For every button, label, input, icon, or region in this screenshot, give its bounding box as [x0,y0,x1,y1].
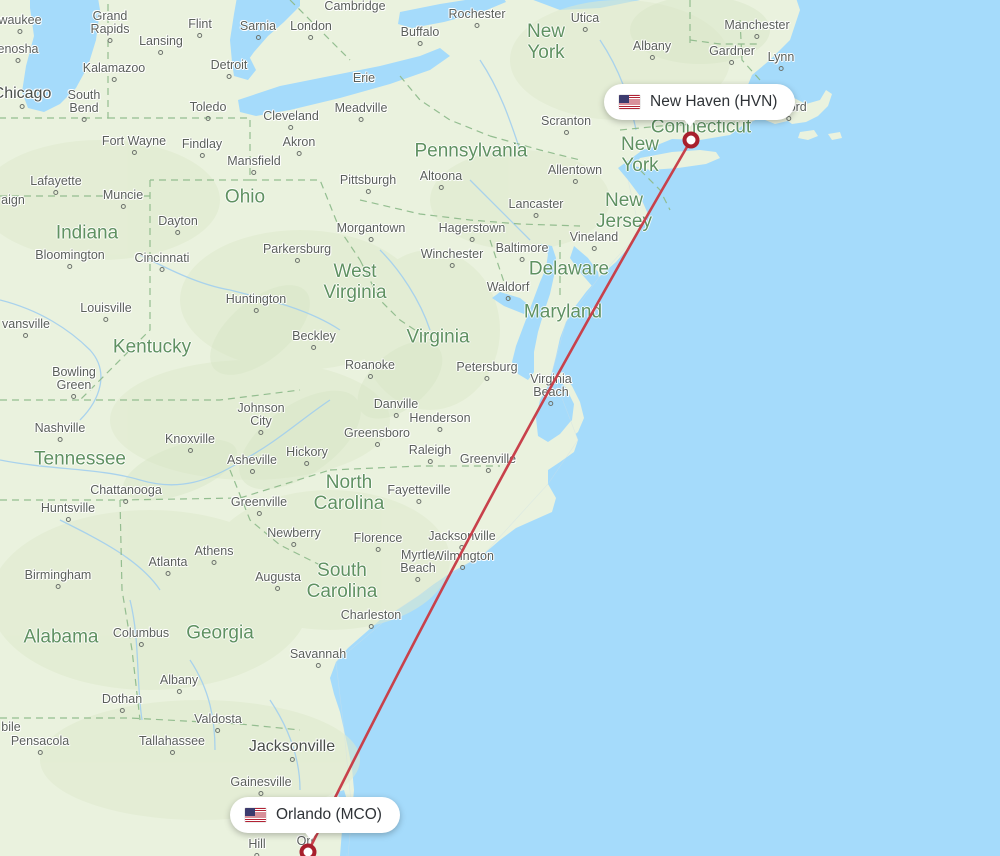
us-flag-icon [619,95,640,109]
flight-route-map[interactable]: New York Pennsylvania Ohio Indiana West Virg… [0,0,1000,856]
flight-route-path[interactable] [306,138,693,854]
us-flag-icon [245,808,266,822]
airport-popup-destination-label: New Haven (HVN) [650,93,778,110]
flight-route-path-layer [306,138,693,854]
origin-marker-mco[interactable] [299,843,317,856]
destination-marker-hvn[interactable] [682,131,700,149]
airport-popup-destination[interactable]: New Haven (HVN) [604,84,796,127]
airport-popup-origin-label: Orlando (MCO) [276,806,382,823]
airport-popup-origin[interactable]: Orlando (MCO) [230,797,400,840]
